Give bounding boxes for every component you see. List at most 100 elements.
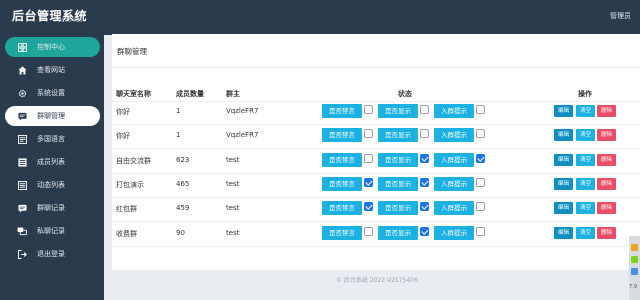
- show-button[interactable]: 是否显示: [378, 104, 418, 118]
- chat-record-icon: [17, 203, 27, 213]
- delete-button[interactable]: 删除: [597, 129, 616, 141]
- delete-button[interactable]: 删除: [597, 105, 616, 117]
- sidebar-item-chat-records[interactable]: 群聊记录: [5, 198, 100, 218]
- show-checkbox[interactable]: [420, 154, 429, 163]
- mute-checkbox[interactable]: [364, 227, 373, 236]
- chat-icon: [17, 111, 27, 121]
- mute-button[interactable]: 是否禁言: [322, 128, 362, 142]
- members-icon: [17, 157, 27, 167]
- join-tip-button[interactable]: 入群提示: [434, 201, 474, 215]
- join-tip-button[interactable]: 入群提示: [434, 104, 474, 118]
- join-tip-button[interactable]: 入群提示: [434, 177, 474, 191]
- show-button[interactable]: 是否显示: [378, 201, 418, 215]
- column-header-status: 状态: [398, 90, 412, 98]
- mute-button[interactable]: 是否禁言: [322, 153, 362, 167]
- edit-button[interactable]: 编辑: [554, 227, 573, 239]
- edit-button[interactable]: 编辑: [554, 202, 573, 214]
- widget-icon-3[interactable]: [631, 268, 638, 275]
- show-button[interactable]: 是否显示: [378, 226, 418, 240]
- cell-room-name: 你好: [116, 108, 130, 116]
- mute-button[interactable]: 是否禁言: [322, 226, 362, 240]
- delete-button[interactable]: 删除: [597, 154, 616, 166]
- clear-button[interactable]: 清空: [576, 227, 595, 239]
- divider: [112, 67, 640, 68]
- app-version: v175406: [58, 18, 83, 24]
- show-button[interactable]: 是否显示: [378, 153, 418, 167]
- mute-button[interactable]: 是否禁言: [322, 177, 362, 191]
- cell-room-name: 红包群: [116, 205, 137, 213]
- sidebar-item-feed[interactable]: 动态列表: [5, 175, 100, 195]
- sidebar-item-settings[interactable]: 系统设置: [5, 83, 100, 103]
- mute-button[interactable]: 是否禁言: [322, 104, 362, 118]
- sidebar-item-label: 成员列表: [37, 158, 65, 166]
- mute-checkbox[interactable]: [364, 105, 373, 114]
- clear-button[interactable]: 清空: [576, 154, 595, 166]
- widget-icon-2[interactable]: [631, 256, 638, 263]
- mute-button[interactable]: 是否禁言: [322, 201, 362, 215]
- cell-room-name: 你好: [116, 132, 130, 140]
- row-divider: [112, 173, 640, 174]
- sidebar-item-private-chat[interactable]: 私聊记录: [5, 221, 100, 241]
- sidebar-item-languages[interactable]: 多国语言: [5, 129, 100, 149]
- cell-member-count: 459: [176, 204, 190, 212]
- sidebar-item-view-site[interactable]: 查看网站: [5, 60, 100, 80]
- mute-checkbox[interactable]: [364, 202, 373, 211]
- clear-button[interactable]: 清空: [576, 178, 595, 190]
- edit-button[interactable]: 编辑: [554, 129, 573, 141]
- clear-button[interactable]: 清空: [576, 202, 595, 214]
- join-tip-checkbox[interactable]: [476, 154, 485, 163]
- dashboard-icon: [17, 42, 27, 52]
- cell-owner: test: [226, 204, 240, 212]
- clear-button[interactable]: 清空: [576, 105, 595, 117]
- clear-button[interactable]: 清空: [576, 129, 595, 141]
- sidebar-item-label: 查看网站: [37, 66, 65, 74]
- show-checkbox[interactable]: [420, 178, 429, 187]
- mute-checkbox[interactable]: [364, 129, 373, 138]
- show-checkbox[interactable]: [420, 105, 429, 114]
- feed-icon: [17, 180, 27, 190]
- row-divider: [112, 197, 640, 198]
- join-tip-checkbox[interactable]: [476, 129, 485, 138]
- gear-icon: [17, 88, 27, 98]
- join-tip-checkbox[interactable]: [476, 178, 485, 187]
- join-tip-button[interactable]: 入群提示: [434, 128, 474, 142]
- edit-button[interactable]: 编辑: [554, 178, 573, 190]
- sidebar-item-label: 多国语言: [37, 135, 65, 143]
- side-widget[interactable]: 7.9: [629, 236, 640, 300]
- show-checkbox[interactable]: [420, 202, 429, 211]
- join-tip-checkbox[interactable]: [476, 227, 485, 236]
- join-tip-button[interactable]: 入群提示: [434, 226, 474, 240]
- sidebar-item-dashboard[interactable]: 控制中心: [5, 37, 100, 57]
- widget-value: 7.9: [629, 284, 637, 290]
- show-button[interactable]: 是否显示: [378, 177, 418, 191]
- join-tip-button[interactable]: 入群提示: [434, 153, 474, 167]
- widget-icon-1[interactable]: [631, 244, 638, 251]
- join-tip-checkbox[interactable]: [476, 105, 485, 114]
- sidebar-item-label: 群聊记录: [37, 204, 65, 212]
- sidebar-item-group-chat[interactable]: 群聊管理: [5, 106, 100, 126]
- column-header-members: 成员数量: [176, 90, 204, 98]
- sidebar-item-logout[interactable]: 退出登录: [5, 244, 100, 264]
- show-button[interactable]: 是否显示: [378, 128, 418, 142]
- row-divider: [112, 124, 640, 125]
- delete-button[interactable]: 删除: [597, 178, 616, 190]
- cell-member-count: 90: [176, 229, 185, 237]
- join-tip-checkbox[interactable]: [476, 202, 485, 211]
- edit-button[interactable]: 编辑: [554, 105, 573, 117]
- show-checkbox[interactable]: [420, 227, 429, 236]
- sidebar: 控制中心 查看网站 系统设置 群聊管理 多国语言 成员列表 动态列表 群聊记录 …: [0, 35, 104, 300]
- sidebar-item-members[interactable]: 成员列表: [5, 152, 100, 172]
- delete-button[interactable]: 删除: [597, 202, 616, 214]
- edit-button[interactable]: 编辑: [554, 154, 573, 166]
- mute-checkbox[interactable]: [364, 154, 373, 163]
- delete-button[interactable]: 删除: [597, 227, 616, 239]
- show-checkbox[interactable]: [420, 129, 429, 138]
- cell-owner: VqzleFR7: [226, 107, 259, 115]
- row-divider: [112, 148, 640, 149]
- column-header-name: 聊天室名称: [116, 90, 151, 98]
- admin-menu[interactable]: 管理员: [610, 11, 631, 21]
- mute-checkbox[interactable]: [364, 178, 373, 187]
- sidebar-item-label: 动态列表: [37, 181, 65, 189]
- sidebar-item-label: 系统设置: [37, 89, 65, 97]
- sidebar-item-label: 群聊管理: [37, 112, 65, 120]
